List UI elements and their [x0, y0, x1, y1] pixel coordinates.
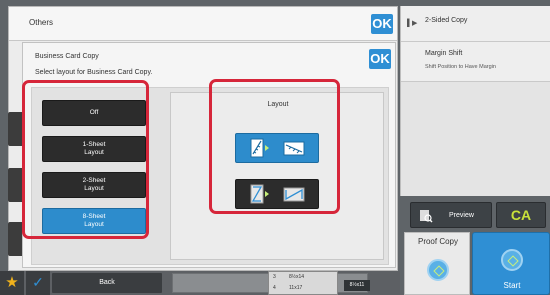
paper-tray-info: 3 4 8½x14 11x17: [268, 271, 338, 295]
function-subtitle: Shift Position to Have Margin: [425, 64, 496, 70]
back-button[interactable]: Back: [52, 273, 162, 293]
start-label: Start: [503, 281, 521, 290]
preview-icon: [420, 210, 433, 223]
others-header: Others OK: [9, 7, 397, 41]
function-title: Margin Shift: [425, 50, 463, 57]
dialog-ok-button[interactable]: OK: [369, 49, 391, 69]
options-highlight-frame: [22, 80, 149, 239]
function-title: 2-Sided Copy: [425, 17, 468, 24]
preview-label: Preview: [449, 212, 474, 219]
start-button[interactable]: Start: [472, 232, 550, 295]
dialog-instruction: Select layout for Business Card Copy.: [35, 69, 153, 76]
function-item-2-sided-copy[interactable]: ▌▶ 2-Sided Copy: [401, 6, 550, 42]
layout-highlight-frame: [209, 79, 340, 214]
tray-number: 3: [273, 274, 276, 280]
tray-size: 8½x14: [289, 274, 305, 280]
clear-all-button[interactable]: CA: [496, 202, 546, 228]
selected-paper-size[interactable]: 8½x11: [344, 280, 370, 291]
diamond-start-icon: [501, 249, 523, 271]
expand-arrow-icon[interactable]: ▌▶: [407, 19, 417, 27]
screen: Others OK Business Card Copy Select layo…: [0, 0, 550, 295]
dialog-title: Business Card Copy: [35, 53, 99, 60]
others-title: Others: [29, 18, 54, 27]
right-function-panel: ▌▶ 2-Sided Copy Margin Shift Shift Posit…: [400, 6, 550, 196]
check-icon[interactable]: ✓: [26, 271, 50, 295]
proof-copy-button[interactable]: Proof Copy: [404, 232, 470, 295]
tray-size: 11x17: [289, 285, 303, 291]
others-ok-button[interactable]: OK: [371, 14, 393, 34]
star-icon[interactable]: ★: [0, 271, 24, 295]
proof-copy-label: Proof Copy: [417, 237, 459, 246]
bottom-bar: ★ ✓ Back: [0, 271, 400, 295]
preview-button[interactable]: Preview: [410, 202, 492, 228]
tray-number: 4: [273, 285, 276, 291]
function-item-margin-shift[interactable]: Margin Shift Shift Position to Have Marg…: [401, 42, 550, 82]
diamond-start-icon: [427, 259, 449, 281]
